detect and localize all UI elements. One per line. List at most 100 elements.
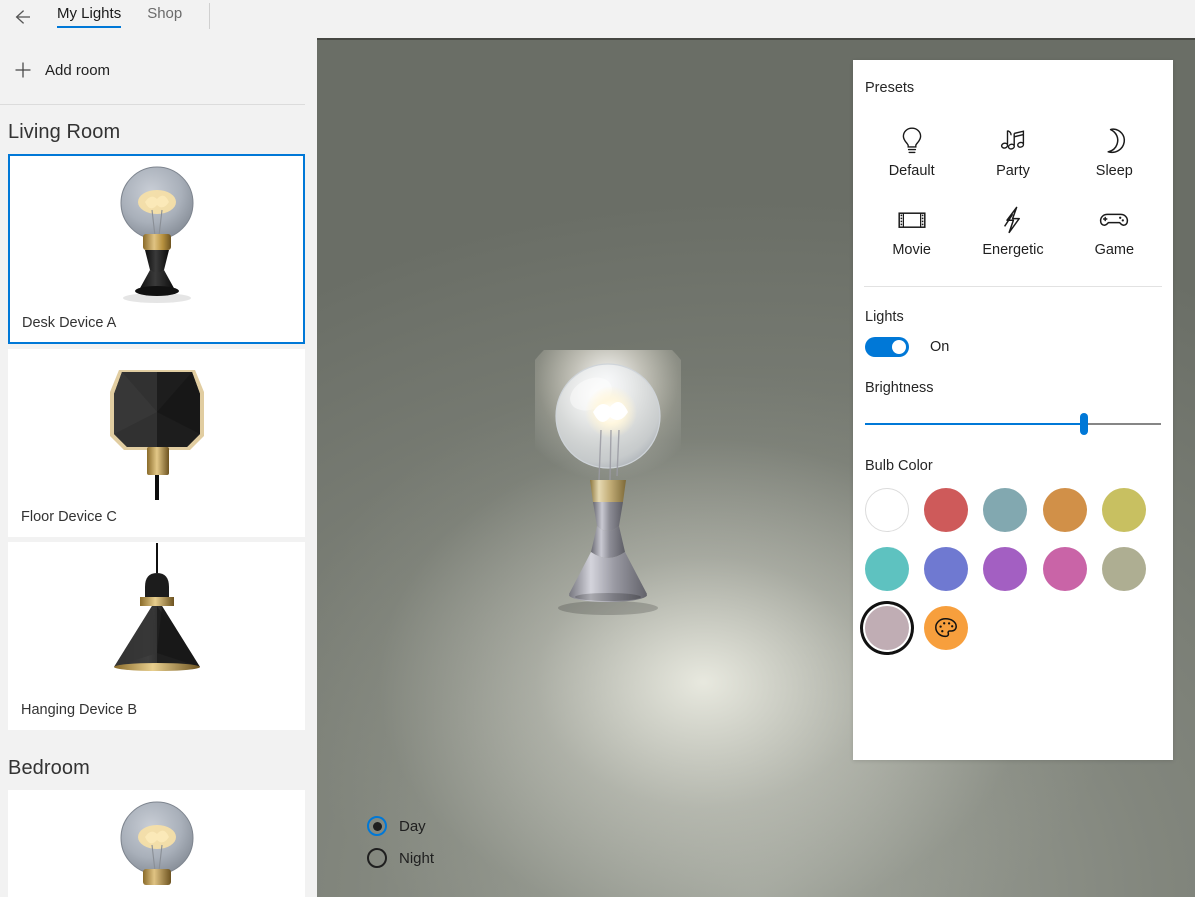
lights-toggle-row: On xyxy=(865,337,1161,357)
swatch-dot-steel-blue xyxy=(983,488,1028,532)
tab-list: My Lights Shop xyxy=(44,0,211,38)
bulb-color-swatch-pink[interactable] xyxy=(1042,547,1102,591)
swatch-dot-purple xyxy=(983,547,1028,591)
tab-active-indicator xyxy=(57,26,122,28)
device-card-hanging-device-b[interactable]: Hanging Device B xyxy=(8,542,305,730)
swatch-dot-custom-color xyxy=(924,606,969,650)
device-label: Floor Device C xyxy=(21,509,117,525)
lights-block: Lights On xyxy=(853,309,1173,357)
preset-game-label: Game xyxy=(1094,242,1135,258)
preset-game[interactable]: Game xyxy=(1064,199,1165,262)
bulb-color-swatch-yellow[interactable] xyxy=(1101,488,1161,532)
back-arrow-icon[interactable] xyxy=(0,0,44,34)
table-lamp-bulb-art xyxy=(120,166,193,303)
wall-sconce-art xyxy=(109,370,204,500)
preset-default-label: Default xyxy=(888,163,935,179)
app-root: My Lights Shop Add room Living Room Desk… xyxy=(0,0,1195,897)
bulb-color-swatch-grid xyxy=(865,488,1161,650)
music-notes-icon xyxy=(998,124,1028,158)
bulb-color-swatch-mauve[interactable] xyxy=(865,606,924,650)
presets-title: Presets xyxy=(865,80,915,96)
add-room-label: Add room xyxy=(45,61,111,79)
swatch-dot-teal xyxy=(865,547,909,591)
scene-mode-radio-group: Day Night xyxy=(367,810,434,874)
brightness-label: Brightness xyxy=(865,380,934,396)
preset-sleep[interactable]: Sleep xyxy=(1064,120,1165,183)
preset-party[interactable]: Party xyxy=(962,120,1063,183)
radio-day-dot xyxy=(372,821,382,831)
preset-party-label: Party xyxy=(996,163,1030,179)
device-thumbnail xyxy=(9,543,304,695)
tab-my-lights-label: My Lights xyxy=(57,5,122,22)
swatch-dot-orange xyxy=(1042,488,1087,532)
brightness-slider[interactable] xyxy=(865,408,1161,440)
preset-grid: Default Party Sleep Movie Energetic Game xyxy=(853,120,1173,262)
lights-label: Lights xyxy=(865,309,904,325)
lightning-bolt-icon xyxy=(1000,203,1026,237)
radio-day-control[interactable] xyxy=(367,816,387,836)
bulb-color-swatch-indigo[interactable] xyxy=(924,547,983,591)
add-room-button[interactable]: Add room xyxy=(0,50,317,90)
bulb-color-swatch-khaki[interactable] xyxy=(1101,547,1161,591)
device-label: Hanging Device B xyxy=(21,702,138,718)
light-control-panel: Presets Default Party Sleep Movie Energe… xyxy=(853,60,1173,760)
swatch-dot-pink xyxy=(1042,547,1087,591)
swatch-dot-mauve xyxy=(865,606,909,650)
bulb-color-swatch-teal[interactable] xyxy=(865,547,924,591)
preset-movie-label: Movie xyxy=(892,242,931,258)
pendant-lamp-art xyxy=(113,543,200,671)
bulb-color-swatch-custom-color[interactable] xyxy=(924,606,983,650)
bulb-color-swatch-red[interactable] xyxy=(924,488,983,532)
device-card-desk-device-a[interactable]: Desk Device A xyxy=(8,154,305,344)
preset-default[interactable]: Default xyxy=(861,120,962,183)
panel-divider xyxy=(864,286,1162,287)
tab-shop[interactable]: Shop xyxy=(134,0,195,34)
preset-movie[interactable]: Movie xyxy=(861,199,962,262)
swatch-dot-red xyxy=(924,488,969,532)
brightness-slider-thumb[interactable] xyxy=(1080,413,1089,435)
film-strip-icon xyxy=(897,203,927,237)
table-lamp-bulb-art xyxy=(120,801,193,885)
swatch-dot-khaki xyxy=(1101,547,1146,591)
radio-day-label: Day xyxy=(399,817,426,835)
tab-my-lights[interactable]: My Lights xyxy=(44,0,134,34)
bulb-color-swatch-steel-blue[interactable] xyxy=(983,488,1042,532)
radio-day[interactable]: Day xyxy=(367,810,434,842)
device-card-floor-device-c[interactable]: Floor Device C xyxy=(8,349,305,537)
preset-energetic[interactable]: Energetic xyxy=(962,199,1063,262)
room-title-bedroom: Bedroom xyxy=(8,757,90,779)
bulb-color-swatch-purple[interactable] xyxy=(983,547,1042,591)
lights-toggle-knob xyxy=(892,340,906,354)
bulb-color-label: Bulb Color xyxy=(865,458,933,474)
lightbulb-icon xyxy=(900,124,924,158)
tab-shop-label: Shop xyxy=(147,5,183,22)
glowing-table-lamp-art xyxy=(516,324,700,615)
bulb-color-swatch-white[interactable] xyxy=(865,488,924,532)
radio-night-control[interactable] xyxy=(367,848,387,868)
swatch-dot-white xyxy=(865,488,909,532)
moon-icon xyxy=(1101,124,1127,158)
swatch-dot-yellow xyxy=(1101,488,1146,532)
sidebar: My Lights Shop Add room Living Room Desk… xyxy=(0,0,317,897)
radio-night-label: Night xyxy=(399,849,435,867)
tab-divider xyxy=(209,3,211,29)
brightness-slider-fill xyxy=(865,423,1085,425)
bulb-color-block: Bulb Color xyxy=(853,458,1173,650)
palette-icon xyxy=(935,618,958,638)
device-thumbnail xyxy=(9,791,304,897)
plus-icon xyxy=(9,56,37,84)
device-card-bedroom-1[interactable] xyxy=(8,790,305,897)
lights-toggle-state: On xyxy=(930,339,950,355)
bulb-color-swatch-orange[interactable] xyxy=(1042,488,1102,532)
preset-sleep-label: Sleep xyxy=(1095,163,1133,179)
radio-night[interactable]: Night xyxy=(367,842,434,874)
gamepad-icon xyxy=(1098,203,1130,237)
device-thumbnail xyxy=(10,156,303,308)
preset-energetic-label: Energetic xyxy=(982,242,1044,258)
top-nav-bar: My Lights Shop xyxy=(0,0,317,38)
swatch-dot-indigo xyxy=(924,547,969,591)
device-label: Desk Device A xyxy=(22,315,117,331)
room-title-living-room: Living Room xyxy=(8,121,121,143)
lamp-preview xyxy=(516,324,700,616)
lights-toggle[interactable] xyxy=(865,337,909,357)
